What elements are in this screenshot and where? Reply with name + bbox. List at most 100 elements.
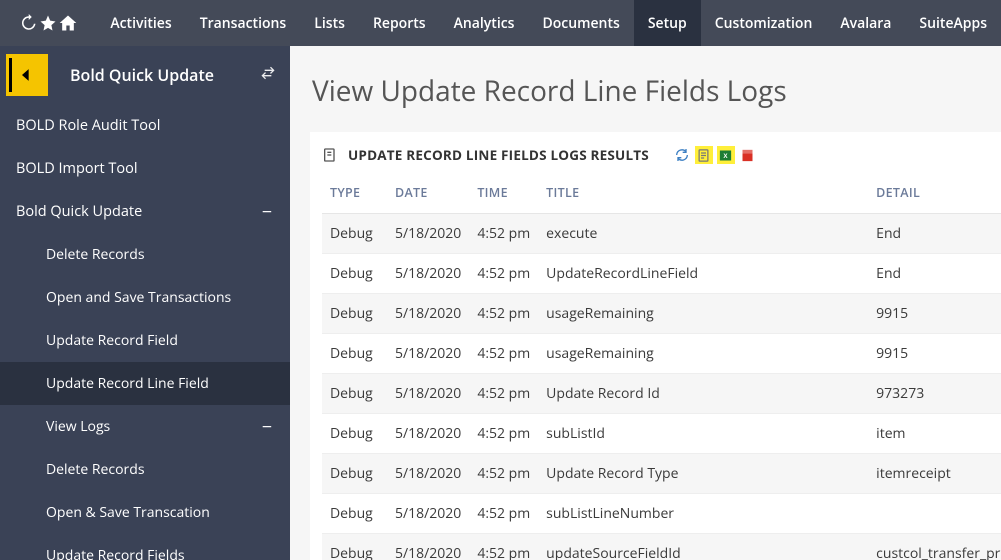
table-row[interactable]: Debug5/18/20204:52 pmsubListIditem (322, 414, 1001, 454)
sidebar-item-delete-records-2[interactable]: Delete Records (0, 448, 290, 491)
table-cell: Debug (322, 374, 387, 414)
star-icon[interactable] (38, 14, 58, 32)
history-icon[interactable] (18, 14, 38, 32)
sidebar-item-open-save-trans[interactable]: Open and Save Transactions (0, 276, 290, 319)
sidebar-item-view-logs[interactable]: View Logs − (0, 405, 290, 448)
sidebar-item-label: Update Record Line Field (46, 374, 209, 393)
col-title[interactable]: TITLE (538, 174, 868, 214)
sidebar-item-update-record-fields[interactable]: Update Record Fields (0, 534, 290, 560)
nav-customization[interactable]: Customization (701, 0, 827, 46)
top-nav: Activities Transactions Lists Reports An… (0, 0, 1001, 46)
nav-suiteapps[interactable]: SuiteApps (905, 0, 1001, 46)
sidebar-item-label: BOLD Role Audit Tool (16, 116, 160, 135)
table-row[interactable]: Debug5/18/20204:52 pmusageRemaining9915 (322, 334, 1001, 374)
sidebar-header: Bold Quick Update (0, 46, 290, 104)
table-cell: 5/18/2020 (387, 254, 469, 294)
table-cell: 5/18/2020 (387, 374, 469, 414)
nav-avalara[interactable]: Avalara (826, 0, 905, 46)
sidebar-title: Bold Quick Update (70, 64, 260, 86)
table-cell: 5/18/2020 (387, 414, 469, 454)
nav-lists[interactable]: Lists (300, 0, 359, 46)
table-cell: execute (538, 214, 868, 254)
table-row[interactable]: Debug5/18/20204:52 pmUpdateRecordLineFie… (322, 254, 1001, 294)
table-row[interactable]: Debug5/18/20204:52 pmexecuteEnd (322, 214, 1001, 254)
table-cell: custcol_transfer_pri (868, 534, 1001, 560)
table-cell (868, 494, 1001, 534)
table-cell: 5/18/2020 (387, 294, 469, 334)
table-row[interactable]: Debug5/18/20204:52 pmUpdate Record Typei… (322, 454, 1001, 494)
table-cell: Debug (322, 294, 387, 334)
sidebar-item-quick-update[interactable]: Bold Quick Update − (0, 190, 290, 233)
snapshot-icon (322, 147, 338, 163)
table-cell: subListId (538, 414, 868, 454)
sidebar-item-label: Open and Save Transactions (46, 288, 231, 307)
table-cell: End (868, 214, 1001, 254)
page-title: View Update Record Line Fields Logs (290, 46, 1001, 132)
table-cell: 5/18/2020 (387, 454, 469, 494)
sidebar-item-label: Bold Quick Update (16, 202, 142, 221)
home-icon[interactable] (58, 13, 78, 33)
table-cell: 5/18/2020 (387, 534, 469, 560)
nav-documents[interactable]: Documents (528, 0, 633, 46)
log-table: TYPE DATE TIME TITLE DETAIL Debug5/18/20… (322, 174, 1001, 560)
table-cell: usageRemaining (538, 334, 868, 374)
sidebar-item-import-tool[interactable]: BOLD Import Tool (0, 147, 290, 190)
table-cell: usageRemaining (538, 294, 868, 334)
nav-analytics[interactable]: Analytics (440, 0, 529, 46)
panel-header: UPDATE RECORD LINE FIELDS LOGS RESULTS X (322, 146, 989, 164)
refresh-icon[interactable] (673, 146, 691, 164)
table-cell: End (868, 254, 1001, 294)
table-cell: 5/18/2020 (387, 494, 469, 534)
table-cell: item (868, 414, 1001, 454)
table-cell: Debug (322, 494, 387, 534)
table-cell: 4:52 pm (469, 454, 538, 494)
nav-transactions[interactable]: Transactions (186, 0, 301, 46)
top-nav-items: Activities Transactions Lists Reports An… (96, 0, 1001, 46)
sidebar-item-label: BOLD Import Tool (16, 159, 138, 178)
sidebar-item-delete-records[interactable]: Delete Records (0, 233, 290, 276)
col-type[interactable]: TYPE (322, 174, 387, 214)
table-cell: Debug (322, 454, 387, 494)
sidebar-item-update-record-line-field[interactable]: Update Record Line Field (0, 362, 290, 405)
sidebar-item-role-audit[interactable]: BOLD Role Audit Tool (0, 104, 290, 147)
nav-reports[interactable]: Reports (359, 0, 440, 46)
main-content: View Update Record Line Fields Logs UPDA… (290, 46, 1001, 560)
col-date[interactable]: DATE (387, 174, 469, 214)
table-row[interactable]: Debug5/18/20204:52 pmusageRemaining9915 (322, 294, 1001, 334)
table-cell: itemreceipt (868, 454, 1001, 494)
table-cell: 4:52 pm (469, 494, 538, 534)
sidebar-item-label: Update Record Field (46, 331, 178, 350)
export-excel-icon[interactable]: X (717, 146, 735, 164)
table-row[interactable]: Debug5/18/20204:52 pmUpdate Record Id973… (322, 374, 1001, 414)
table-row[interactable]: Debug5/18/20204:52 pmsubListLineNumber (322, 494, 1001, 534)
nav-setup[interactable]: Setup (634, 0, 701, 46)
table-cell: 5/18/2020 (387, 214, 469, 254)
table-row[interactable]: Debug5/18/20204:52 pmupdateSourceFieldId… (322, 534, 1001, 560)
table-cell: 4:52 pm (469, 414, 538, 454)
table-cell: Update Record Id (538, 374, 868, 414)
table-cell: 9915 (868, 334, 1001, 374)
table-cell: subListLineNumber (538, 494, 868, 534)
sidebar-item-open-save-transcation[interactable]: Open & Save Transcation (0, 491, 290, 534)
sidebar-item-label: Delete Records (46, 245, 145, 264)
table-cell: 4:52 pm (469, 294, 538, 334)
swap-icon[interactable] (260, 65, 276, 86)
table-cell: Debug (322, 414, 387, 454)
table-cell: UpdateRecordLineField (538, 254, 868, 294)
col-detail[interactable]: DETAIL (868, 174, 1001, 214)
results-panel: UPDATE RECORD LINE FIELDS LOGS RESULTS X (310, 132, 1001, 560)
table-cell: Debug (322, 534, 387, 560)
print-icon[interactable] (695, 146, 713, 164)
table-cell: 4:52 pm (469, 334, 538, 374)
panel-title: UPDATE RECORD LINE FIELDS LOGS RESULTS (348, 146, 649, 164)
table-cell: 5/18/2020 (387, 334, 469, 374)
export-pdf-icon[interactable] (739, 146, 757, 164)
table-cell: updateSourceFieldId (538, 534, 868, 560)
col-time[interactable]: TIME (469, 174, 538, 214)
table-cell: 4:52 pm (469, 374, 538, 414)
nav-activities[interactable]: Activities (96, 0, 185, 46)
sidebar-item-update-record-field[interactable]: Update Record Field (0, 319, 290, 362)
sidebar-item-label: View Logs (46, 417, 110, 436)
table-cell: 4:52 pm (469, 534, 538, 560)
sidebar-item-label: Update Record Fields (46, 546, 185, 560)
